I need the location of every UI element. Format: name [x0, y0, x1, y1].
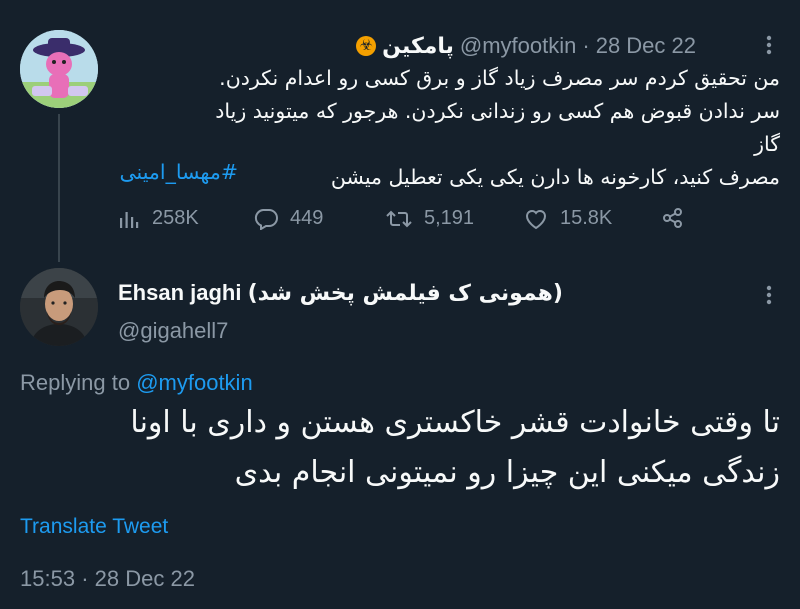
tweet-text-line: تا وقتی خانوادت قشر خاکستری هستن و داری …	[130, 405, 780, 440]
views-count: 258K	[152, 207, 199, 229]
tweet-date: 28 Dec 22	[94, 566, 195, 591]
author-avatar[interactable]	[20, 30, 98, 108]
reply-author-display-name[interactable]: Ehsan jaghi (همونی ک فیلمش پخش شد)	[118, 280, 563, 306]
share-icon	[663, 208, 682, 228]
replying-to-line: Replying to @myfootkin	[20, 370, 253, 396]
reply-tweet-text: تا وقتی خانوادت قشر خاکستری هستن و داری …	[10, 398, 780, 498]
author-handle[interactable]: @myfootkin	[460, 33, 576, 59]
views-button[interactable]: 258K	[118, 207, 199, 230]
retweet-button[interactable]: 5,191	[386, 207, 474, 230]
timestamp-separator: ·	[81, 566, 89, 591]
avatar-image	[20, 268, 98, 346]
reply-author-avatar[interactable]	[20, 268, 98, 346]
tweet-text-line: زندگی میکنی این چیزا رو نمیتونی انجام بد…	[234, 455, 780, 490]
tweet-date[interactable]: 28 Dec 22	[596, 33, 696, 59]
header-separator: ·	[582, 33, 590, 58]
avatar-image	[20, 30, 98, 108]
tweet-timestamp[interactable]: 15:53 · 28 Dec 22	[20, 566, 195, 592]
likes-count: 15.8K	[560, 207, 613, 229]
reply-author-name-suffix: (همونی ک فیلمش پخش شد)	[247, 281, 563, 306]
retweets-count: 5,191	[424, 207, 475, 229]
biohazard-icon: ☣	[356, 36, 377, 56]
reply-bubble-icon	[254, 208, 278, 230]
replies-count: 449	[290, 207, 324, 229]
hashtag-link[interactable]: #مهسا_امینی	[119, 160, 238, 184]
tweet-time: 15:53	[20, 566, 76, 591]
share-button[interactable]	[662, 207, 684, 229]
heart-icon	[525, 209, 547, 229]
tweet-text-line: مصرف کنید، کارخونه ها دارن یکی یکی تعطیل…	[330, 165, 780, 189]
tweet-actions-bar: 258K 449 5,191 15.8K	[0, 207, 800, 237]
more-options-icon[interactable]	[764, 284, 774, 311]
replying-to-handle[interactable]: @myfootkin	[136, 370, 252, 395]
author-display-name[interactable]: پامکین	[382, 34, 454, 59]
parent-tweet-text: من تحقیق کردم سر مصرف زیاد گاز و برق کسی…	[200, 62, 780, 194]
replying-to-label: Replying to	[20, 370, 131, 395]
reply-author-handle[interactable]: @gigahell7	[118, 318, 228, 344]
retweet-icon	[386, 210, 412, 227]
more-options-icon[interactable]	[764, 34, 774, 61]
thread-connector-line	[58, 114, 60, 262]
views-chart-icon	[120, 211, 139, 228]
reply-author-name: Ehsan jaghi	[118, 280, 242, 305]
translate-tweet-link[interactable]: Translate Tweet	[20, 515, 168, 539]
tweet-text-line: سر ندادن قبوض هم کسی رو زندانی نکردن. هر…	[215, 99, 780, 156]
like-button[interactable]: 15.8K	[524, 207, 612, 230]
parent-tweet-header: ☣ پامکین @myfootkin · 28 Dec 22	[356, 33, 696, 59]
reply-button[interactable]: 449	[254, 207, 323, 230]
tweet-text-line: من تحقیق کردم سر مصرف زیاد گاز و برق کسی…	[219, 66, 780, 90]
